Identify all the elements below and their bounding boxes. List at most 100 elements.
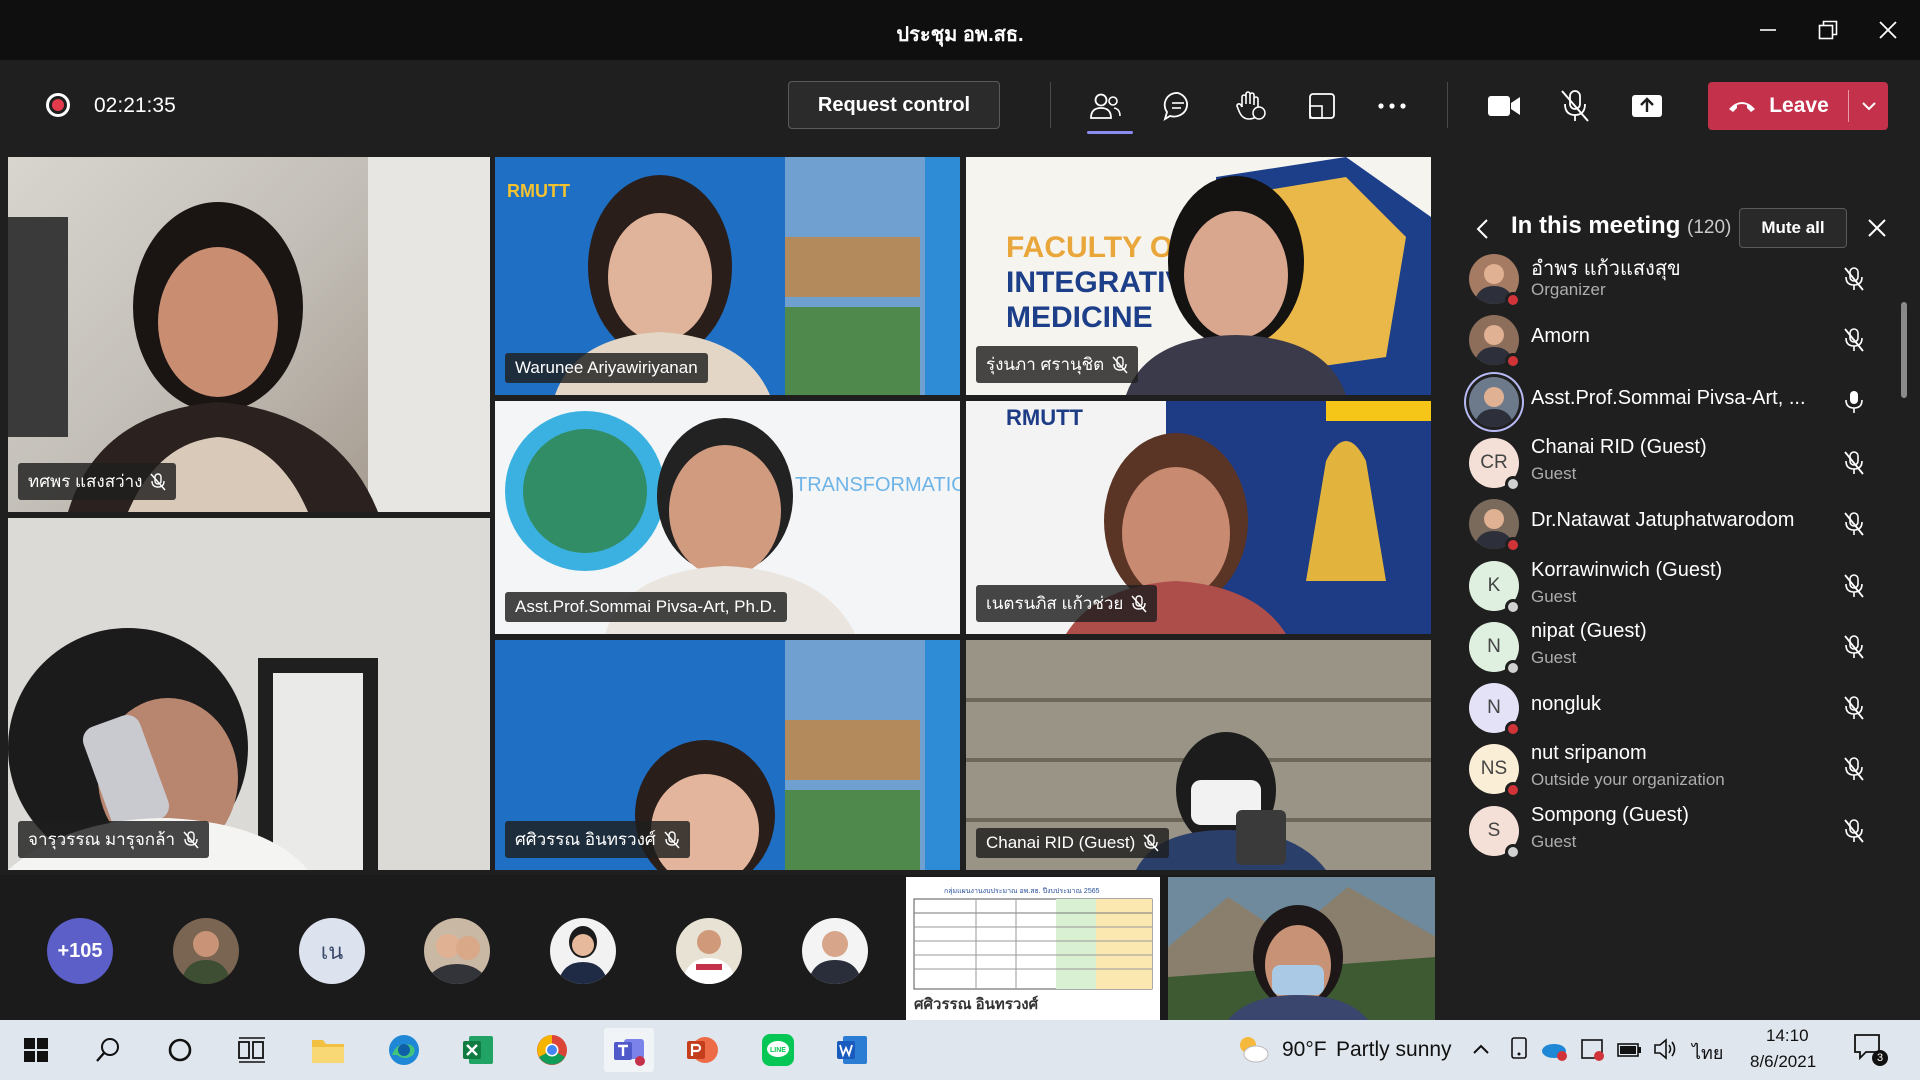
participant-video	[8, 628, 378, 870]
share-button[interactable]	[1627, 86, 1667, 126]
video-tile[interactable]: จารุวรรณ มารุจกล้า	[8, 518, 490, 870]
start-button[interactable]	[14, 1028, 58, 1072]
weather-description[interactable]: Partly sunny	[1336, 1038, 1452, 1062]
taskbar-app[interactable]	[830, 1028, 874, 1072]
participant-row[interactable]: Nnongluk	[1469, 675, 1889, 739]
avatar-initials: N	[1487, 635, 1501, 657]
mic-off-icon	[183, 830, 199, 848]
show-hidden-icons-button[interactable]	[1472, 1042, 1490, 1060]
video-tile[interactable]: FACULTY OF INTEGRATIVE MEDICINE รุ่งนภา …	[966, 157, 1431, 395]
participant-row[interactable]: Asst.Prof.Sommai Pivsa-Art, ...	[1469, 369, 1889, 433]
leave-button[interactable]: Leave	[1708, 82, 1848, 130]
video-tile[interactable]: ทศพร แสงสว่าง	[8, 157, 490, 512]
clock-date[interactable]: 8/6/2021	[1750, 1052, 1816, 1072]
chevron-up-icon	[1473, 1044, 1489, 1054]
participant-avatar[interactable]	[173, 918, 239, 984]
participant-name: nipat (Guest)	[1531, 619, 1647, 642]
participant-row[interactable]: Dr.Natawat Jatuphatwarodom	[1469, 491, 1889, 555]
mute-all-button[interactable]: Mute all	[1739, 208, 1847, 248]
more-actions-button[interactable]	[1372, 86, 1412, 126]
taskbar-app[interactable]	[382, 1028, 426, 1072]
participant-mic-button[interactable]	[1839, 387, 1869, 417]
more-icon	[1378, 103, 1406, 109]
participant-count: (120)	[1687, 217, 1732, 238]
taskbar-app[interactable]	[604, 1028, 654, 1072]
participant-avatar[interactable]: เน	[299, 918, 365, 984]
panel-scrollbar[interactable]	[1901, 302, 1907, 398]
temperature[interactable]: 90°F	[1282, 1038, 1327, 1062]
more-participants-button[interactable]: +105	[47, 918, 113, 984]
participant-row[interactable]: CR Chanai RID (Guest) Guest	[1469, 430, 1889, 494]
participant-mic-button[interactable]	[1839, 816, 1869, 846]
clock-time[interactable]: 14:10	[1766, 1026, 1809, 1046]
file-explorer-icon	[312, 1040, 344, 1063]
microphone-button[interactable]	[1555, 86, 1595, 126]
tray-icon[interactable]	[1580, 1036, 1606, 1067]
input-language[interactable]: ไทย	[1692, 1038, 1723, 1067]
participant-video	[8, 157, 490, 512]
participant-row[interactable]: อำพร แก้วแสงสุข Organizer	[1469, 246, 1889, 310]
participant-mic-button[interactable]	[1839, 693, 1869, 723]
participant-avatar[interactable]	[802, 918, 868, 984]
shared-content-tile[interactable]: กลุ่มแผนงานงบประมาณ อพ.สธ. ปีงบประมาณ 25…	[906, 877, 1160, 1020]
video-tile[interactable]: TRANSFORMATION Asst.Prof.Sommai Pivsa-Ar…	[495, 401, 960, 634]
rooms-button[interactable]	[1302, 86, 1342, 126]
tray-icon[interactable]	[1508, 1036, 1530, 1067]
taskbar-app[interactable]	[680, 1028, 724, 1072]
weather-icon[interactable]	[1236, 1034, 1270, 1069]
minimize-button[interactable]	[1748, 12, 1788, 48]
participant-row[interactable]: K Korrawinwich (Guest) Guest	[1469, 553, 1889, 617]
participants-button[interactable]	[1085, 86, 1133, 134]
reactions-button[interactable]	[1230, 86, 1270, 126]
screenshot-icon	[1581, 1039, 1604, 1061]
mic-off-icon	[1844, 634, 1864, 659]
mic-off-icon	[1844, 267, 1864, 291]
leave-options-button[interactable]	[1850, 82, 1888, 130]
chat-button[interactable]	[1158, 86, 1198, 126]
tray-icon[interactable]	[1616, 1038, 1642, 1065]
video-tile[interactable]: RMUTT เนตรนภิส แก้วช่วย	[966, 401, 1431, 634]
participant-mic-button[interactable]	[1839, 571, 1869, 601]
participant-mic-button[interactable]	[1839, 509, 1869, 539]
participant-avatar[interactable]	[424, 918, 490, 984]
restore-button[interactable]	[1808, 12, 1848, 48]
request-control-button[interactable]: Request control	[788, 81, 1000, 129]
close-window-button[interactable]	[1868, 12, 1908, 48]
taskbar-app[interactable]: LINE	[756, 1028, 800, 1072]
volume-button[interactable]	[1652, 1036, 1678, 1067]
participant-row[interactable]: S Sompong (Guest) Guest	[1469, 798, 1889, 862]
participant-row[interactable]: NS nut sripanom Outside your organization	[1469, 736, 1889, 800]
participant-row[interactable]: Amorn	[1469, 307, 1889, 371]
participant-mic-button[interactable]	[1839, 264, 1869, 294]
camera-button[interactable]	[1484, 86, 1524, 126]
search-button[interactable]	[86, 1028, 130, 1072]
video-tile[interactable]: Chanai RID (Guest)	[966, 640, 1431, 870]
video-tile[interactable]: RMUTT Warunee Ariyawiriyanan	[495, 157, 960, 395]
participant-row[interactable]: Nnipat (Guest) Guest	[1469, 614, 1889, 678]
participant-mic-button[interactable]	[1839, 325, 1869, 355]
video-tile-small[interactable]	[1168, 877, 1436, 1020]
taskbar-app[interactable]	[306, 1028, 350, 1072]
taskbar-app[interactable]	[530, 1028, 574, 1072]
participant-mic-button[interactable]	[1839, 754, 1869, 784]
taskbar-app[interactable]	[456, 1028, 500, 1072]
close-panel-button[interactable]	[1867, 218, 1891, 242]
participant-avatar[interactable]	[676, 918, 742, 984]
video-tile[interactable]: ศศิวรรณ อินทรวงศ์	[495, 640, 960, 870]
mic-on-icon	[1845, 390, 1863, 413]
notifications-button[interactable]: 3	[1852, 1032, 1892, 1068]
cortana-button[interactable]	[158, 1028, 202, 1072]
tile-name-label: Chanai RID (Guest)	[976, 828, 1170, 858]
presence-status-icon	[1505, 598, 1521, 615]
tray-icon[interactable]	[1540, 1036, 1568, 1067]
task-view-button[interactable]	[230, 1028, 274, 1072]
windows-taskbar: LINE 90°F Partly sunny ไทย 14:10 8/6/202…	[0, 1020, 1920, 1080]
participant-avatar[interactable]	[550, 918, 616, 984]
avatar-initials: NS	[1480, 758, 1508, 780]
participant-role: Organizer	[1531, 280, 1606, 299]
participant-role: Outside your organization	[1531, 770, 1725, 790]
participant-mic-button[interactable]	[1839, 448, 1869, 478]
back-button[interactable]	[1475, 218, 1499, 242]
participant-mic-button[interactable]	[1839, 632, 1869, 662]
participant-role: Guest	[1531, 831, 1577, 851]
